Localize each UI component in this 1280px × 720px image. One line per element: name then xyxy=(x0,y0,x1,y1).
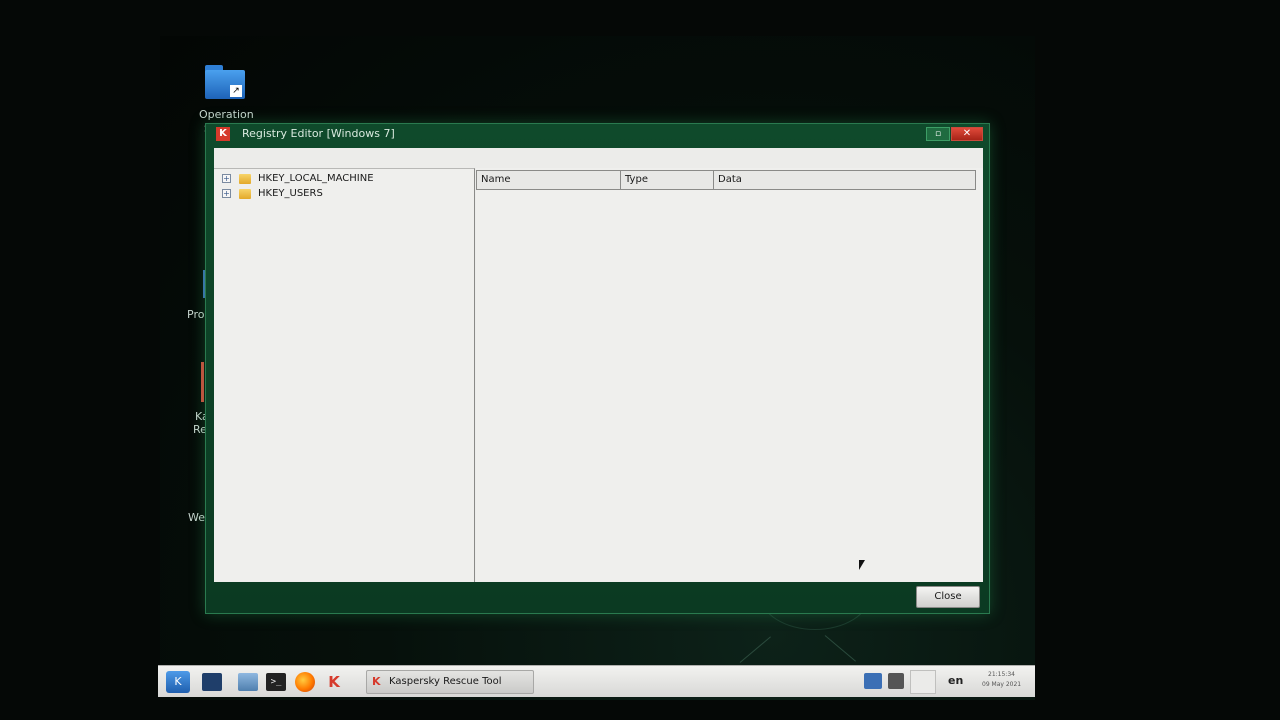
expand-icon[interactable]: + xyxy=(222,174,231,183)
window-close-button[interactable]: ✕ xyxy=(951,127,983,141)
kaspersky-logo-icon: K xyxy=(216,127,230,141)
folder-icon xyxy=(239,173,251,184)
start-menu-icon[interactable]: K xyxy=(166,671,190,693)
tree-item-hku[interactable]: + HKEY_USERS xyxy=(222,186,323,201)
window-titlebar[interactable]: K Registry Editor [Windows 7] ▫ ✕ xyxy=(206,124,989,146)
network-tray-icon[interactable] xyxy=(864,673,882,689)
file-manager-icon[interactable] xyxy=(238,673,258,691)
kaspersky-task-icon: K xyxy=(372,675,381,688)
keyboard-tray-icon[interactable] xyxy=(888,673,904,689)
clock-time[interactable]: 21:15:34 xyxy=(988,671,1015,678)
taskbar-task-button[interactable]: K Kaspersky Rescue Tool xyxy=(366,670,534,694)
tree-item-hklm[interactable]: + HKEY_LOCAL_MACHINE xyxy=(222,171,374,186)
column-header-data[interactable]: Data xyxy=(713,170,976,190)
tree-item-label: HKEY_USERS xyxy=(258,188,323,199)
firefox-icon[interactable] xyxy=(295,672,315,692)
registry-values-pane[interactable]: Name Type Data xyxy=(476,168,983,582)
close-button[interactable]: Close xyxy=(916,586,980,608)
desktop-folder-icon[interactable]: ↗ xyxy=(205,65,245,99)
column-header-type[interactable]: Type xyxy=(620,170,714,190)
terminal-icon[interactable]: >_ xyxy=(266,673,286,691)
column-header-name[interactable]: Name xyxy=(476,170,621,190)
desktop-icon-label: We xyxy=(188,511,205,524)
maximize-button[interactable]: ▫ xyxy=(926,127,950,141)
tree-item-label: HKEY_LOCAL_MACHINE xyxy=(258,173,374,184)
expand-icon[interactable]: + xyxy=(222,189,231,198)
mouse-cursor-icon xyxy=(859,560,865,570)
desktop-icon-edge xyxy=(201,362,204,402)
window-title: Registry Editor [Windows 7] xyxy=(242,127,395,140)
tray-empty-slot xyxy=(910,670,936,694)
desktop-icon-label: Operation xyxy=(199,108,254,121)
task-button-label: Kaspersky Rescue Tool xyxy=(389,676,502,687)
keyboard-language-indicator[interactable]: en xyxy=(948,674,963,687)
taskbar: K >_ K K Kaspersky Rescue Tool en 21:15:… xyxy=(158,665,1035,697)
window-client-area: + HKEY_LOCAL_MACHINE + HKEY_USERS Name T… xyxy=(214,148,983,582)
show-desktop-icon[interactable] xyxy=(202,673,222,691)
registry-editor-window: K Registry Editor [Windows 7] ▫ ✕ + HKEY… xyxy=(205,123,990,614)
kaspersky-launcher-icon[interactable]: K xyxy=(324,673,344,691)
folder-icon xyxy=(239,188,251,199)
clock-date[interactable]: 09 May 2021 xyxy=(982,681,1021,688)
registry-tree-pane[interactable]: + HKEY_LOCAL_MACHINE + HKEY_USERS xyxy=(214,168,475,582)
